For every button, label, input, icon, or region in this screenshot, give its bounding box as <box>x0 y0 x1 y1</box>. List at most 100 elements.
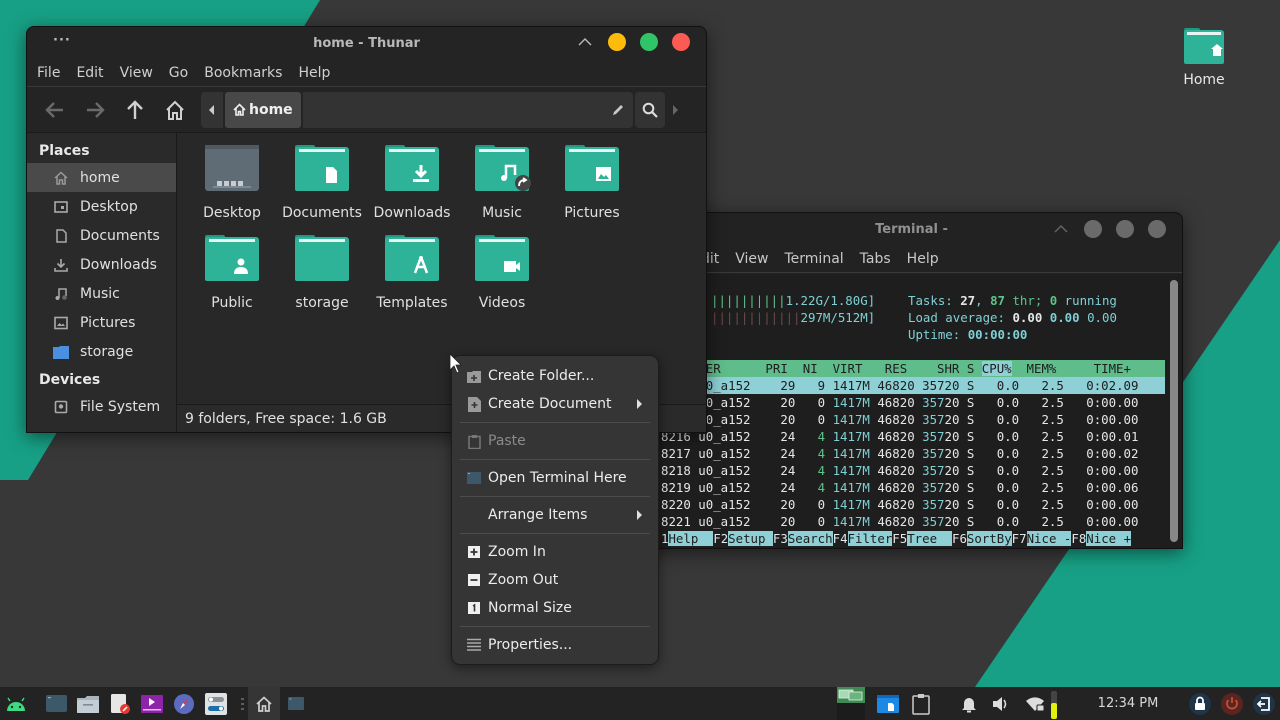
show-desktop-button[interactable] <box>876 687 900 720</box>
fkey-f6[interactable]: F6 <box>952 531 967 546</box>
pencil-icon[interactable] <box>611 103 625 117</box>
sidebar-item-music[interactable]: Music <box>27 279 176 308</box>
menu-view[interactable]: View <box>735 251 775 267</box>
file-item-music[interactable]: Music <box>457 143 547 221</box>
network-button[interactable] <box>1023 687 1047 720</box>
terminal-titlebar[interactable]: Terminal - <box>641 213 1182 245</box>
fkey-f8[interactable]: F8 <box>1071 531 1086 546</box>
fkey-label[interactable]: Help <box>668 531 714 546</box>
fkey-f4[interactable]: F4 <box>833 531 848 546</box>
sidebar-item-downloads[interactable]: Downloads <box>27 250 176 279</box>
minimize-button[interactable] <box>1084 220 1102 238</box>
fkey-label[interactable]: Filter <box>847 531 893 546</box>
fkey-f3[interactable]: F3 <box>773 531 788 546</box>
thunar-titlebar[interactable]: ··· home - Thunar <box>27 27 706 59</box>
file-item-desktop[interactable]: Desktop <box>187 143 277 221</box>
clipboard-button[interactable] <box>909 687 933 720</box>
volume-button[interactable] <box>990 687 1012 720</box>
process-table-header[interactable]: USER PRI NI VIRT RES SHR S CPU% MEM% TIM… <box>661 360 1165 377</box>
process-row[interactable]: u0_a152 20 0 1417M 46820 35720 S 0.0 2.5… <box>661 394 1165 411</box>
sidebar-item-desktop[interactable]: Desktop <box>27 192 176 221</box>
fkey-label[interactable]: Setup <box>728 531 773 546</box>
path-scroll-right[interactable] <box>665 92 687 128</box>
menu-help[interactable]: Help <box>907 251 946 267</box>
file-item-templates[interactable]: Templates <box>367 233 457 311</box>
file-item-pictures[interactable]: Pictures <box>547 143 637 221</box>
sidebar-item-home[interactable]: home <box>27 163 176 192</box>
process-row[interactable]: 8220 u0_a152 20 0 1417M 46820 35720 S 0.… <box>661 496 1165 513</box>
fkey-label[interactable]: Search <box>787 531 833 546</box>
menu-bookmarks[interactable]: Bookmarks <box>204 65 289 81</box>
fkey-label[interactable]: Nice - <box>1026 531 1072 546</box>
task-terminal[interactable] <box>282 687 310 720</box>
back-button[interactable] <box>35 92 75 128</box>
menu-file[interactable]: File <box>37 65 67 81</box>
file-item-videos[interactable]: Videos <box>457 233 547 311</box>
launcher-text-editor[interactable] <box>108 687 132 720</box>
logout-button[interactable] <box>1251 687 1277 720</box>
fkey-f7[interactable]: F7 <box>1012 531 1027 546</box>
menu-edit[interactable]: Edit <box>76 65 110 81</box>
forward-button[interactable] <box>75 92 115 128</box>
window-menu-button[interactable]: ··· <box>53 33 71 48</box>
minimize-button[interactable] <box>608 33 626 51</box>
process-row[interactable]: 8219 u0_a152 24 4 1417M 46820 35720 S 0.… <box>661 479 1165 496</box>
menu-item-arrange-items[interactable]: Arrange Items <box>452 501 658 529</box>
menu-tabs[interactable]: Tabs <box>860 251 898 267</box>
maximize-button[interactable] <box>1116 220 1134 238</box>
menu-item-properties[interactable]: Properties... <box>452 631 658 659</box>
file-item-public[interactable]: Public <box>187 233 277 311</box>
process-row[interactable]: u0_a152 20 0 1417M 46820 35720 S 0.0 2.5… <box>661 411 1165 428</box>
home-button[interactable] <box>155 92 195 128</box>
launcher-file-manager[interactable] <box>76 687 100 720</box>
fkey-label[interactable]: Tree <box>907 531 952 546</box>
process-row[interactable]: 8221 u0_a152 20 0 1417M 46820 35720 S 0.… <box>661 513 1165 530</box>
shade-button[interactable] <box>576 33 594 51</box>
clock[interactable]: 12:34 PM <box>1090 687 1166 720</box>
close-button[interactable] <box>1148 220 1166 238</box>
search-button[interactable] <box>634 91 665 128</box>
fkey-label[interactable]: Nice + <box>1086 531 1132 546</box>
process-row[interactable]: u0_a152 29 9 1417M 46820 35720 S 0.0 2.5… <box>661 377 1165 394</box>
launcher-terminal[interactable] <box>44 687 68 720</box>
launcher-media-player[interactable] <box>140 687 164 720</box>
process-row[interactable]: 8216 u0_a152 24 4 1417M 46820 35720 S 0.… <box>661 428 1165 445</box>
location-entry[interactable] <box>302 91 633 128</box>
up-button[interactable] <box>115 92 155 128</box>
menu-terminal[interactable]: Terminal <box>785 251 851 267</box>
power-button[interactable] <box>1219 687 1245 720</box>
process-row[interactable]: 8217 u0_a152 24 4 1417M 46820 35720 S 0.… <box>661 445 1165 462</box>
file-item-downloads[interactable]: Downloads <box>367 143 457 221</box>
menu-item-zoom-out[interactable]: Zoom Out <box>452 566 658 594</box>
lock-button[interactable] <box>1187 687 1213 720</box>
sidebar-item-documents[interactable]: Documents <box>27 221 176 250</box>
menu-item-paste[interactable]: Paste <box>452 427 658 455</box>
menu-item-normal-size[interactable]: Normal Size <box>452 594 658 622</box>
fkey-f2[interactable]: F2 <box>713 531 728 546</box>
notifications-button[interactable] <box>958 687 980 720</box>
menu-item-open-terminal[interactable]: Open Terminal Here <box>452 464 658 492</box>
task-thunar[interactable] <box>248 687 280 720</box>
menu-item-zoom-in[interactable]: Zoom In <box>452 538 658 566</box>
shade-button[interactable] <box>1052 220 1070 238</box>
path-button-home[interactable]: home <box>225 91 301 128</box>
file-item-storage[interactable]: storage <box>277 233 367 311</box>
fkey-label[interactable]: SortBy <box>966 531 1012 546</box>
menu-go[interactable]: Go <box>169 65 195 81</box>
launcher-settings[interactable] <box>204 687 228 720</box>
sidebar-item-pictures[interactable]: Pictures <box>27 308 176 337</box>
maximize-button[interactable] <box>640 33 658 51</box>
terminal-scrollbar[interactable] <box>1170 280 1178 542</box>
sidebar-item-storage[interactable]: storage <box>27 337 176 366</box>
process-row[interactable]: 8218 u0_a152 24 4 1417M 46820 35720 S 0.… <box>661 462 1165 479</box>
sidebar-item-file-system[interactable]: File System <box>27 392 176 421</box>
menu-item-create-folder[interactable]: Create Folder... <box>452 362 658 390</box>
launcher-android[interactable] <box>3 687 29 720</box>
menu-help[interactable]: Help <box>298 65 337 81</box>
battery-indicator[interactable] <box>1050 687 1058 720</box>
terminal-window[interactable]: Terminal - dit View Terminal Tabs Help |… <box>640 212 1183 549</box>
menu-item-create-document[interactable]: Create Document <box>452 390 658 418</box>
file-item-documents[interactable]: Documents <box>277 143 367 221</box>
terminal-output[interactable]: ||||||||||1.22G/1.80G] ||||||||||||297M/… <box>641 274 1182 548</box>
path-scroll-left[interactable] <box>201 91 223 128</box>
